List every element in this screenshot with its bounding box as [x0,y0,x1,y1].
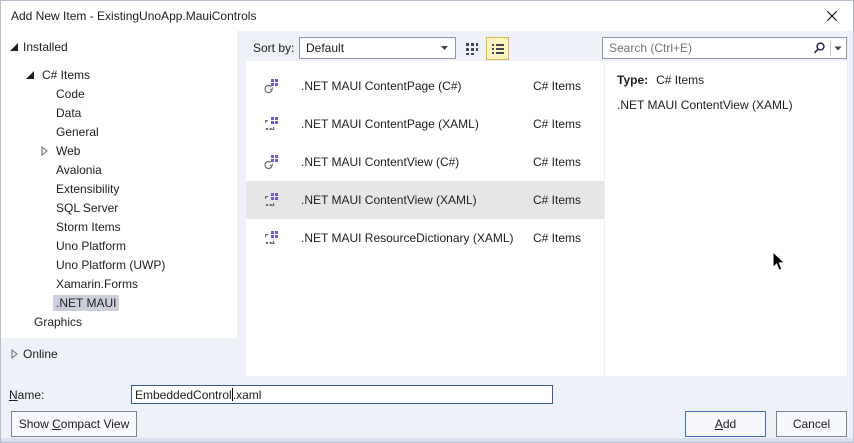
tree-item-label: Online [23,346,58,361]
maui-template-icon [263,230,279,246]
name-label: Name: [9,388,45,402]
search-input[interactable]: Search (Ctrl+E) [602,37,847,59]
tree-item[interactable]: Uno Platform (UWP) [1,255,237,274]
expander-icon[interactable] [25,70,39,80]
template-name: .NET MAUI ResourceDictionary (XAML) [301,231,514,245]
show-compact-view-button[interactable]: Show Compact View [11,411,137,437]
close-icon [826,10,838,22]
tree-item-label: General [56,124,99,139]
add-button[interactable]: Add [685,411,766,437]
template-category: C# Items [532,155,581,169]
tree-item[interactable]: Extensibility [1,179,237,198]
list-view-button[interactable] [486,37,509,60]
tree-item-label: Installed [23,40,68,54]
search-placeholder: Search (Ctrl+E) [609,41,693,55]
tree-item-label: .NET MAUI [53,294,120,311]
tree-item[interactable]: Data [1,103,237,122]
search-icon[interactable] [812,41,826,55]
add-button-label: Add [714,417,737,431]
tree-item[interactable]: Uno Platform [1,236,237,255]
tree-item-label: Storm Items [56,219,121,234]
type-value: C# Items [656,73,705,87]
template-category: C# Items [532,79,581,93]
title-bar: Add New Item - ExistingUnoApp.MauiContro… [1,1,853,31]
tree-item-label: SQL Server [56,200,119,215]
tree-item-label: C# Items [42,67,91,82]
template-name: .NET MAUI ContentView (XAML) [301,193,477,207]
name-value-after-caret: .xaml [232,387,262,402]
template-list-item[interactable]: .NET MAUI ContentView (C#) C# Items [246,143,604,181]
expander-expanded-icon[interactable] [9,42,23,52]
tree-item[interactable]: .NET MAUI [1,293,237,312]
tree-item[interactable]: Xamarin.Forms [1,274,237,293]
tree-item[interactable]: General [1,122,237,141]
template-list-item[interactable]: .NET MAUI ResourceDictionary (XAML) C# I… [246,219,604,257]
small-icons-view-button[interactable] [462,39,482,59]
tree-item-label: Web [56,143,81,158]
tree-item-label: Uno Platform [56,238,127,253]
dialog-bottom-edge [1,438,853,442]
add-new-item-dialog: Add New Item - ExistingUnoApp.MauiContro… [0,0,854,443]
search-divider [830,40,831,56]
expander-collapsed-icon[interactable] [9,348,23,359]
dialog-title: Add New Item - ExistingUnoApp.MauiContro… [11,9,257,23]
maui-template-icon [263,116,279,132]
template-list-item[interactable]: .NET MAUI ContentPage (C#) C# Items [246,67,604,105]
tree-item[interactable]: Code [1,84,237,103]
chevron-down-icon [440,45,449,51]
tree-item-label: Xamarin.Forms [56,276,139,291]
tree-item-label: Code [56,86,85,101]
template-category: C# Items [532,117,581,131]
chevron-down-icon[interactable] [834,46,842,51]
sort-by-label: Sort by: [253,41,295,55]
template-name: .NET MAUI ContentPage (XAML) [301,117,479,131]
template-category: C# Items [532,231,581,245]
template-list-item[interactable]: .NET MAUI ContentView (XAML) C# Items [246,181,604,219]
mouse-cursor [772,251,786,271]
tree-item-label: Avalonia [56,162,102,177]
tree-item[interactable]: SQL Server [1,198,237,217]
template-details-panel: Type: C# Items .NET MAUI ContentView (XA… [605,61,847,376]
small-icons-view-icon [466,43,478,55]
template-description: .NET MAUI ContentView (XAML) [617,98,793,112]
tree-item-label: Uno Platform (UWP) [56,257,166,272]
list-view-icon [491,43,504,54]
expander-icon[interactable] [39,145,53,156]
type-label: Type: [617,73,649,87]
cancel-button-label: Cancel [792,417,831,431]
sort-by-value: Default [306,41,345,55]
tree-item-label: Graphics [34,314,83,329]
template-name: .NET MAUI ContentView (C#) [301,155,460,169]
maui-template-icon [263,154,279,170]
tree-item-online[interactable]: Online [9,344,58,363]
template-list: .NET MAUI ContentPage (C#) C# Items .NET… [246,61,604,376]
name-value-before-caret: EmbeddedControl [135,387,232,402]
tree-item[interactable]: Avalonia [1,160,237,179]
maui-template-icon [263,192,279,208]
name-input[interactable]: EmbeddedControl .xaml [131,385,553,404]
template-name: .NET MAUI ContentPage (C#) [301,79,462,93]
tree-item[interactable]: Storm Items [1,217,237,236]
template-list-item[interactable]: .NET MAUI ContentPage (XAML) C# Items [246,105,604,143]
tree-item[interactable]: Web [1,141,237,160]
template-category: C# Items [532,193,581,207]
close-button[interactable] [821,5,843,27]
tree-item-label: Data [56,105,82,120]
tree-item-label: Extensibility [56,181,120,196]
maui-template-icon [263,78,279,94]
sort-by-dropdown[interactable]: Default [299,37,456,59]
tree-item[interactable]: Graphics [1,312,237,331]
tree-item-installed[interactable]: Installed [1,37,237,57]
template-category-tree: Installed C# Items Code Data General Web… [1,31,237,338]
show-compact-view-label: Show Compact View [18,417,130,431]
cancel-button[interactable]: Cancel [776,411,847,437]
tree-item[interactable]: C# Items [1,65,237,84]
